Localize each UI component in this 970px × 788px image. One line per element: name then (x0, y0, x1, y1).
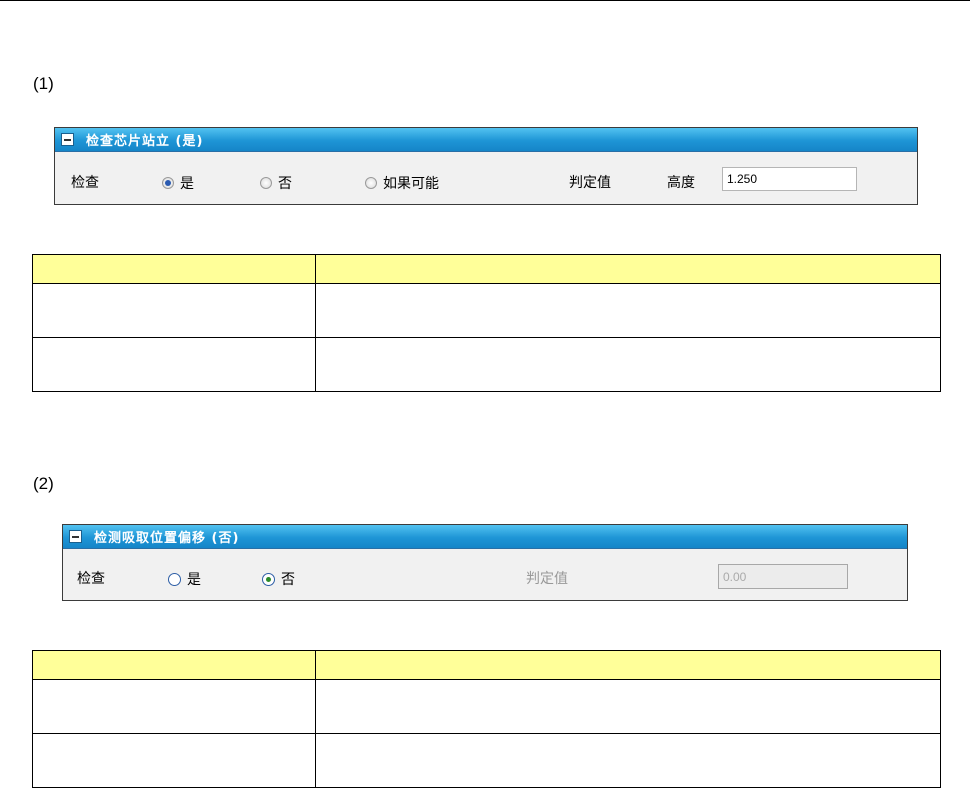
panel-row: 检查 是 否 判定值 0.00 (63, 549, 907, 624)
height-input[interactable]: 1.250 (722, 167, 857, 191)
radio-checked-icon[interactable] (262, 572, 275, 586)
radio-checked-icon[interactable] (162, 177, 174, 189)
radio-label: 是 (180, 176, 194, 192)
judge-value-label: 判定值 (526, 571, 568, 587)
section-2-table (32, 650, 941, 788)
radio-option-no[interactable]: 否 (260, 173, 292, 193)
judge-value-input[interactable]: 0.00 (718, 564, 848, 589)
panel-title: 检查芯片站立 (是) (86, 134, 204, 149)
table-row (32, 733, 941, 788)
section-1-table (32, 254, 941, 392)
table-row (32, 337, 941, 392)
table-header-cell (315, 254, 941, 284)
collapse-icon[interactable] (61, 133, 74, 146)
radio-label: 否 (278, 176, 292, 192)
panel-header: 检测吸取位置偏移 (否) (63, 525, 907, 549)
chip-standing-panel: 检查芯片站立 (是) 检查 是 否 如果可能 判定值 高度 1.250 (54, 127, 918, 205)
table-cell (315, 679, 941, 734)
top-border-line (0, 0, 970, 1)
table-header-row (32, 650, 941, 680)
table-cell (32, 283, 316, 338)
radio-option-yes[interactable]: 是 (162, 173, 194, 193)
table-cell (315, 337, 941, 392)
radio-option-yes[interactable]: 是 (168, 569, 201, 589)
section-2-label: (2) (33, 474, 54, 493)
table-header-row (32, 254, 941, 284)
table-row (32, 679, 941, 734)
section-1-label: (1) (33, 74, 54, 93)
judge-value-label: 判定值 (569, 175, 611, 191)
panel-row: 检查 是 否 如果可能 判定值 高度 1.250 (55, 152, 917, 228)
collapse-icon[interactable] (69, 530, 82, 543)
table-cell (315, 733, 941, 788)
radio-label: 是 (187, 572, 201, 588)
radio-unchecked-icon[interactable] (365, 177, 377, 189)
radio-unchecked-icon[interactable] (260, 177, 272, 189)
table-header-cell (315, 650, 941, 680)
radio-option-no[interactable]: 否 (262, 569, 295, 589)
height-label: 高度 (667, 175, 695, 191)
panel-header: 检查芯片站立 (是) (55, 128, 917, 152)
radio-label: 否 (281, 572, 295, 588)
table-header-cell (32, 254, 316, 284)
radio-label: 如果可能 (383, 176, 439, 192)
table-header-cell (32, 650, 316, 680)
table-cell (32, 679, 316, 734)
table-row (32, 283, 941, 338)
pick-position-offset-panel: 检测吸取位置偏移 (否) 检查 是 否 判定值 0.00 (62, 524, 908, 601)
check-label: 检查 (77, 571, 105, 587)
radio-option-if-possible[interactable]: 如果可能 (365, 173, 439, 193)
check-label: 检查 (71, 175, 99, 191)
table-cell (315, 283, 941, 338)
panel-title: 检测吸取位置偏移 (否) (94, 531, 240, 546)
table-cell (32, 337, 316, 392)
radio-unchecked-icon[interactable] (168, 572, 181, 586)
table-cell (32, 733, 316, 788)
